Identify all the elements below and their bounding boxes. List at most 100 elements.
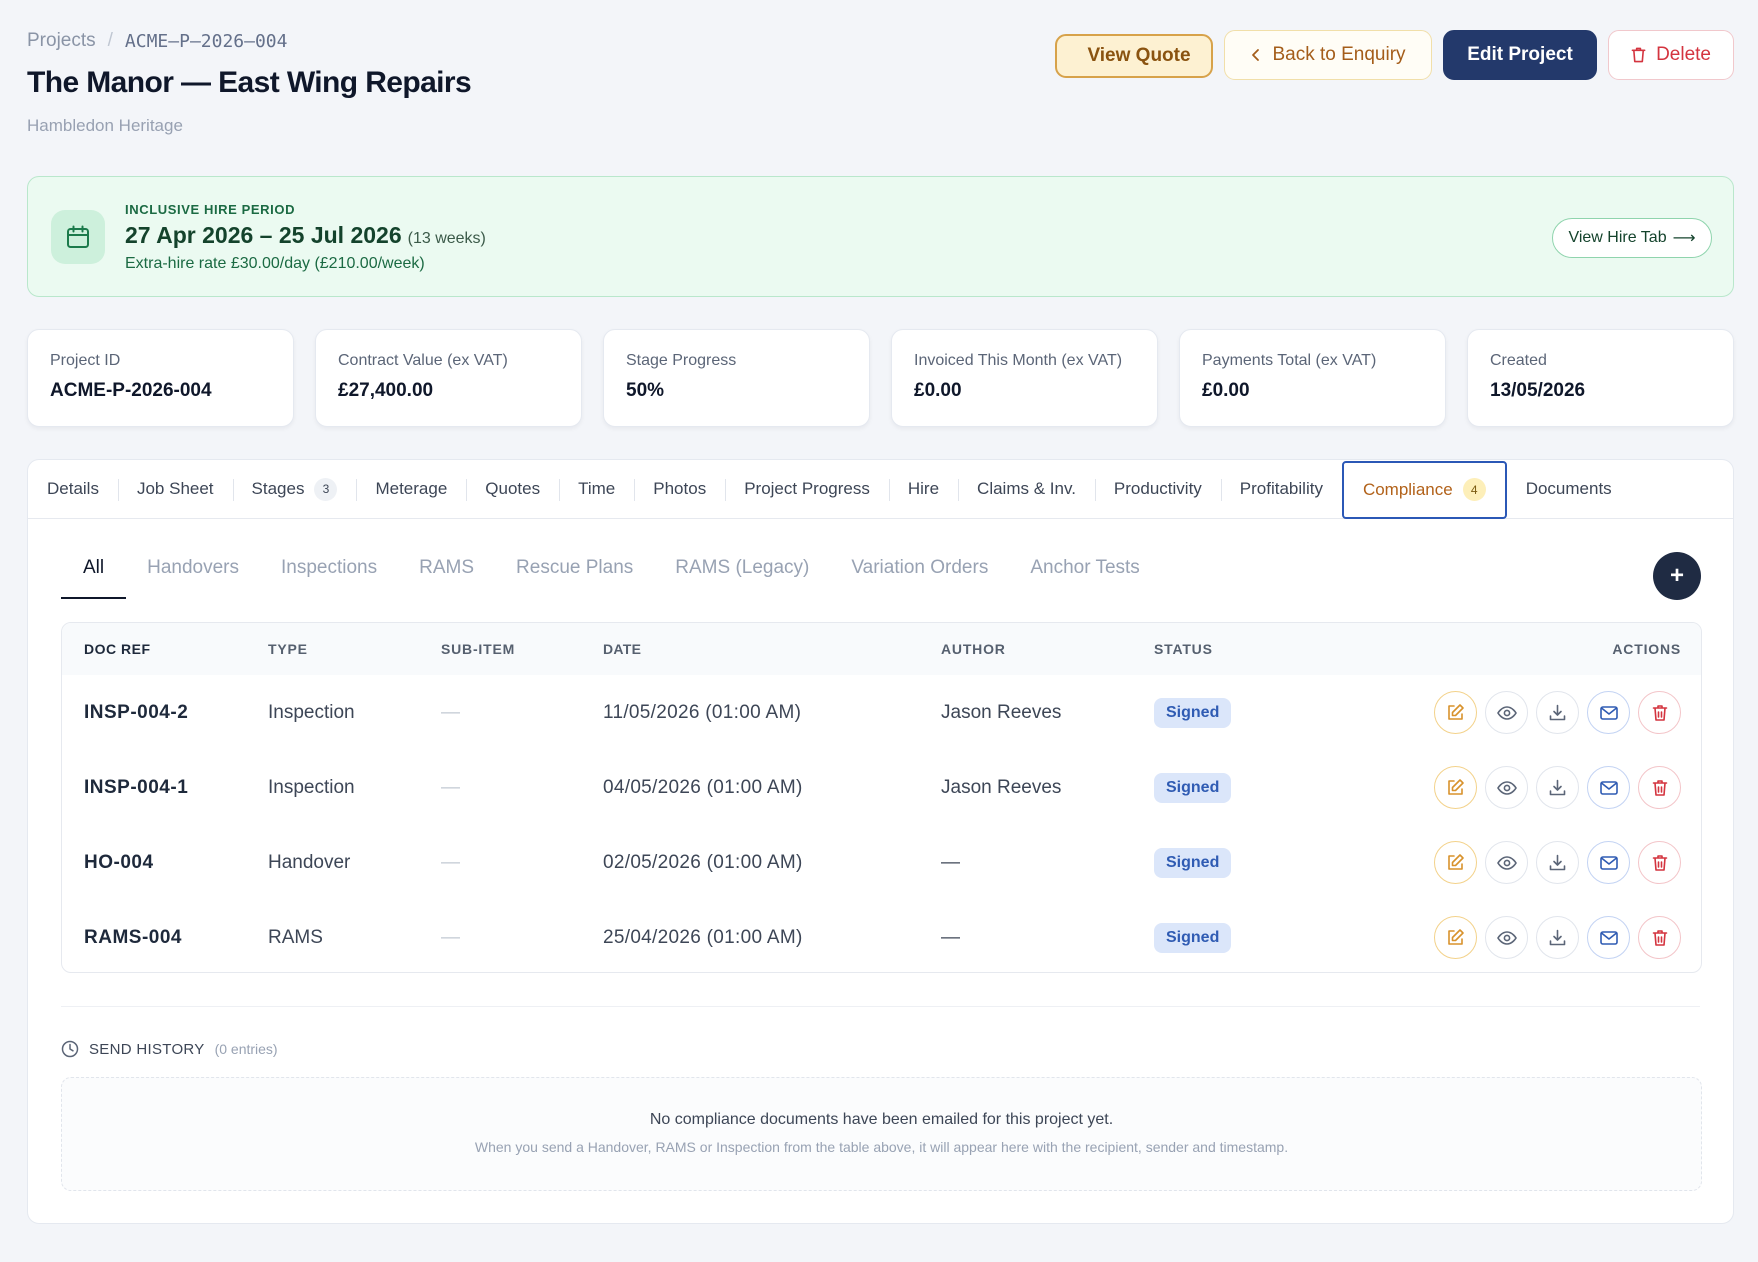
tab-claims-invoices[interactable]: Claims & Inv. xyxy=(958,460,1095,519)
stat-card-contract-value: Contract Value (ex VAT) £27,400.00 xyxy=(315,329,582,427)
edit-button[interactable] xyxy=(1434,916,1477,959)
tab-label: Details xyxy=(47,479,99,498)
tab-productivity[interactable]: Productivity xyxy=(1094,460,1221,519)
status-badge: Signed xyxy=(1154,847,1232,878)
stat-value: 13/05/2026 xyxy=(1490,380,1586,401)
tab-job-sheet[interactable]: Job Sheet xyxy=(117,460,233,519)
tab-details[interactable]: Details xyxy=(28,460,118,519)
delete-project-label: Delete xyxy=(1656,44,1711,65)
download-icon xyxy=(1549,704,1566,721)
status-badge: Signed xyxy=(1154,922,1232,953)
doc-ref[interactable]: INSP-004-2 xyxy=(62,702,268,724)
eye-icon xyxy=(1496,930,1517,945)
back-to-enquiry-label: Back to Enquiry xyxy=(1272,44,1406,65)
stat-card-stage-progress: Stage Progress 50% xyxy=(603,329,870,427)
trash-icon xyxy=(1631,47,1646,63)
delete-button[interactable] xyxy=(1638,916,1681,959)
view-button[interactable] xyxy=(1485,766,1528,809)
eye-icon xyxy=(1496,855,1517,870)
subtab-variation-orders[interactable]: Variation Orders xyxy=(830,557,1009,599)
doc-ref[interactable]: HO-004 xyxy=(62,852,268,874)
subtab-inspections[interactable]: Inspections xyxy=(260,557,398,599)
subtab-rams-legacy[interactable]: RAMS (Legacy) xyxy=(654,557,830,599)
hire-period-dates: 27 Apr 2026 – 25 Jul 2026 (13 weeks) xyxy=(125,222,486,249)
doc-author: — xyxy=(941,851,960,873)
section-divider xyxy=(61,1006,1700,1007)
edit-button[interactable] xyxy=(1434,691,1477,734)
download-button[interactable] xyxy=(1536,766,1579,809)
edit-project-button[interactable]: Edit Project xyxy=(1443,30,1597,80)
table-row: INSP-004-2 Inspection — 11/05/2026 (01:0… xyxy=(62,675,1701,750)
edit-button[interactable] xyxy=(1434,841,1477,884)
view-button[interactable] xyxy=(1485,691,1528,734)
email-button[interactable] xyxy=(1587,691,1630,734)
tab-count-badge: 3 xyxy=(314,477,338,501)
tab-photos[interactable]: Photos xyxy=(634,460,725,519)
column-header-date: DATE xyxy=(603,641,642,657)
delete-button[interactable] xyxy=(1638,766,1681,809)
breadcrumb-projects-link[interactable]: Projects xyxy=(27,30,96,52)
tab-profitability[interactable]: Profitability xyxy=(1220,460,1342,519)
add-document-button[interactable]: + xyxy=(1653,552,1701,600)
mail-icon xyxy=(1599,855,1618,870)
row-actions xyxy=(1384,691,1701,734)
view-button[interactable] xyxy=(1485,841,1528,884)
view-button[interactable] xyxy=(1485,916,1528,959)
column-header-doc-ref: DOC REF xyxy=(84,641,151,657)
stat-card-created: Created 13/05/2026 xyxy=(1467,329,1734,427)
subtab-handovers[interactable]: Handovers xyxy=(126,557,260,599)
tab-label: Job Sheet xyxy=(136,479,214,498)
download-button[interactable] xyxy=(1536,841,1579,884)
stat-value: £27,400.00 xyxy=(338,380,434,401)
view-hire-tab-label: View Hire Tab xyxy=(1568,229,1667,246)
table-row: INSP-004-1 Inspection — 04/05/2026 (01:0… xyxy=(62,750,1701,825)
doc-date: 04/05/2026 (01:00 AM) xyxy=(603,776,803,798)
send-history-title: SEND HISTORY xyxy=(89,1040,205,1058)
subtab-rescue-plans[interactable]: Rescue Plans xyxy=(495,557,654,599)
tab-label: Stages xyxy=(251,479,305,498)
tab-label: Time xyxy=(578,479,616,498)
subtab-anchor-tests[interactable]: Anchor Tests xyxy=(1009,557,1160,599)
tab-project-progress[interactable]: Project Progress xyxy=(725,460,889,519)
tab-compliance[interactable]: Compliance 4 xyxy=(1341,460,1507,519)
tab-quotes[interactable]: Quotes xyxy=(466,460,559,519)
column-header-sub-item: SUB-ITEM xyxy=(441,641,516,657)
download-button[interactable] xyxy=(1536,916,1579,959)
tab-time[interactable]: Time xyxy=(559,460,634,519)
tab-label: Quotes xyxy=(485,479,541,498)
edit-button[interactable] xyxy=(1434,766,1477,809)
stat-value: £0.00 xyxy=(914,380,962,401)
email-button[interactable] xyxy=(1587,916,1630,959)
compliance-subtabs: All Handovers Inspections RAMS Rescue Pl… xyxy=(61,557,1161,599)
subtab-rams[interactable]: RAMS xyxy=(398,557,495,599)
tab-hire[interactable]: Hire xyxy=(888,460,958,519)
tab-documents[interactable]: Documents xyxy=(1507,460,1631,519)
client-name: Hambledon Heritage xyxy=(27,116,183,135)
edit-icon xyxy=(1448,929,1464,945)
column-header-status: STATUS xyxy=(1154,641,1213,657)
tab-label: Project Progress xyxy=(744,479,870,498)
doc-date: 02/05/2026 (01:00 AM) xyxy=(603,851,803,873)
delete-button[interactable] xyxy=(1638,841,1681,884)
subtab-all[interactable]: All xyxy=(61,557,127,599)
doc-ref[interactable]: INSP-004-1 xyxy=(62,777,268,799)
view-hire-tab-button[interactable]: View Hire Tab ⟶ xyxy=(1552,218,1712,258)
column-header-actions: ACTIONS xyxy=(1612,641,1681,657)
stat-cards: Project ID ACME-P-2026-004 Contract Valu… xyxy=(27,329,1734,427)
tab-meterage[interactable]: Meterage xyxy=(356,460,466,519)
delete-button[interactable] xyxy=(1638,691,1681,734)
tab-stages[interactable]: Stages 3 xyxy=(232,460,357,519)
view-quote-button[interactable]: View Quote xyxy=(1055,34,1213,78)
send-history-count: (0 entries) xyxy=(214,1041,278,1057)
download-button[interactable] xyxy=(1536,691,1579,734)
breadcrumb-separator: / xyxy=(107,30,113,51)
email-button[interactable] xyxy=(1587,766,1630,809)
doc-date: 25/04/2026 (01:00 AM) xyxy=(603,926,803,948)
back-to-enquiry-button[interactable]: Back to Enquiry xyxy=(1224,30,1432,80)
delete-project-button[interactable]: Delete xyxy=(1608,30,1734,80)
email-button[interactable] xyxy=(1587,841,1630,884)
doc-ref[interactable]: RAMS-004 xyxy=(62,927,268,949)
clock-icon xyxy=(61,1040,79,1058)
stat-card-invoiced-month: Invoiced This Month (ex VAT) £0.00 xyxy=(891,329,1158,427)
compliance-table: DOC REF TYPE SUB-ITEM DATE AUTHOR STATUS… xyxy=(61,622,1702,973)
